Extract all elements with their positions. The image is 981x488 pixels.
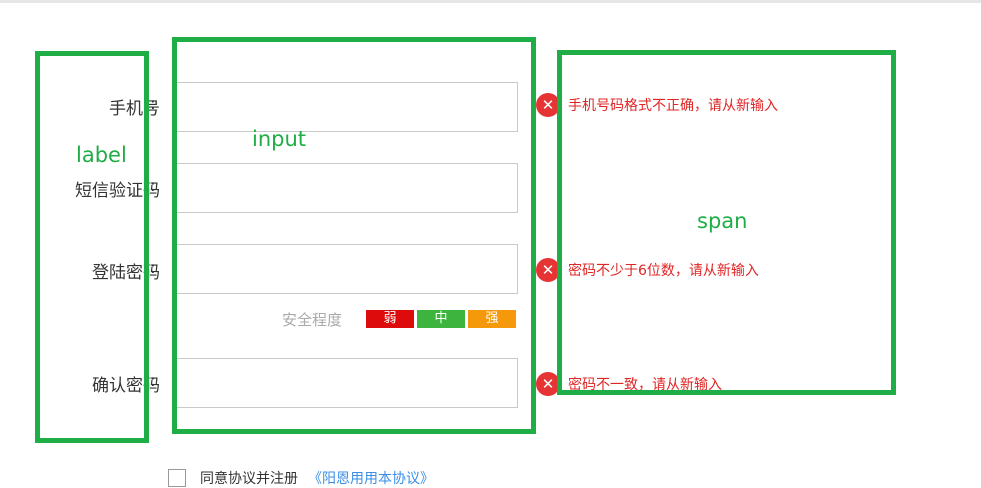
label-annotation-text: label: [76, 143, 127, 167]
span-annotation-text: span: [697, 209, 748, 233]
colon: :: [150, 176, 156, 196]
colon: :: [150, 94, 156, 114]
label-annotation-box: [35, 51, 149, 443]
agreement-link[interactable]: 《阳恩用用本协议》: [308, 468, 434, 488]
agreement-text: 同意协议并注册: [200, 471, 298, 487]
top-border: [0, 0, 981, 3]
colon: :: [150, 371, 156, 391]
agreement-row: 同意协议并注册 《阳恩用用本协议》: [168, 468, 434, 488]
input-annotation-box: [172, 37, 536, 434]
colon: :: [150, 258, 156, 278]
agreement-checkbox[interactable]: [168, 469, 186, 487]
input-annotation-text: input: [252, 127, 307, 151]
